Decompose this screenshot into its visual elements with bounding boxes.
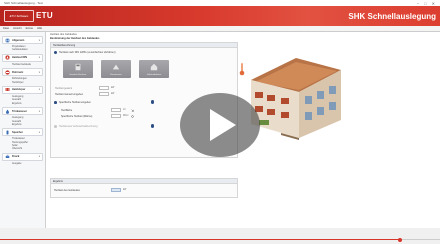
option-spezifisch-label: Spezifische Heizlast eingeben — [59, 101, 91, 104]
field-manuell-label: Heizlast manuell eingeben — [55, 93, 84, 96]
pipe-icon — [4, 70, 11, 75]
sidebar-section-druck[interactable]: Druck ▾ — [2, 152, 43, 161]
chevron-down-icon: ▾ — [38, 130, 40, 134]
house-icon — [150, 63, 158, 71]
tile-gebaeudedaten[interactable]: Gebäudedaten — [139, 60, 169, 78]
print-icon — [4, 154, 11, 159]
sidebar-section-label: Trinkwasser — [12, 109, 27, 113]
unit-kw: kW — [123, 189, 127, 191]
menu-item-hilfe[interactable]: Hilfe — [37, 27, 42, 30]
chevron-down-icon: ▾ — [38, 109, 40, 113]
sidebar-section-label: Speicher — [12, 130, 23, 134]
tile-label: Gebäudedaten — [146, 74, 162, 76]
sidebar-item-ergebnis[interactable]: Ergebnis — [12, 123, 45, 126]
sidebar-item-ergebnis[interactable]: Ergebnis — [12, 102, 45, 105]
sidebar-section-allgemein[interactable]: Allgemein ▾ — [2, 36, 43, 44]
option-verbrauch-label: Heizlast aus Verbrauchsabrechnung — [59, 125, 98, 128]
video-play-button[interactable] — [180, 93, 260, 157]
sidebar-section-heizkoerper[interactable]: Heizkörper ▾ — [2, 85, 43, 94]
sidebar-section-rohrnetz[interactable]: Rohrnetz ▾ — [2, 68, 43, 77]
tile-label: Heizlast-Rechner — [69, 74, 87, 76]
breadcrumb: Heizlast des Gebäudes Bestimmung der Hei… — [50, 33, 99, 40]
chevron-down-icon: ▾ — [38, 38, 40, 42]
close-button[interactable]: ✕ — [432, 1, 435, 6]
spez-heizlast-input[interactable] — [111, 114, 121, 118]
radio-option-verbrauch[interactable] — [54, 125, 57, 128]
etu-logo: ETU Software — [4, 10, 34, 22]
ergebnis-header: Ergebnis — [51, 179, 237, 184]
sidebar-item-heizlast-gebaeude[interactable]: Heizlast Gebäude — [12, 63, 45, 66]
chevron-down-icon: ▾ — [38, 88, 40, 92]
sidebar-item-heizkoerper[interactable]: Heizkörper — [12, 81, 45, 84]
field-heizlast-gesamt-label: Heizlast gesamt — [55, 87, 73, 90]
tile-heizlast-rechner[interactable]: Heizlast-Rechner — [63, 60, 93, 78]
sidebar-section-trinkwasser[interactable]: Trinkwasser ▾ — [2, 107, 43, 116]
unit-kw: kW — [111, 93, 115, 95]
arrow-icon[interactable] — [131, 108, 134, 112]
radio-option-din[interactable] — [54, 51, 58, 55]
globe-icon — [4, 37, 11, 43]
menu-item-ansicht[interactable]: Ansicht — [13, 27, 22, 30]
sidebar-section-label: Rohrnetz — [12, 70, 24, 74]
heat-icon — [4, 55, 11, 60]
window-controls: − □ ✕ — [417, 1, 435, 6]
field-heizflaeche-label: Heizfläche — [61, 109, 73, 112]
form-header: Heizlastberechnung — [51, 43, 237, 48]
tile-raumweise[interactable]: Raumweise — [101, 60, 131, 78]
settings-icon[interactable] — [131, 114, 134, 118]
ergebnis-label: Heizlast des Gebäudes — [54, 189, 80, 192]
menu-item-extras[interactable]: Extras — [26, 27, 33, 30]
rooms-icon — [112, 64, 120, 70]
water-icon — [4, 109, 11, 114]
sidebar-section-speicher[interactable]: Speicher ▾ — [2, 128, 43, 137]
sidebar-item-gebaeudedaten[interactable]: Gebäudedaten — [12, 48, 45, 51]
breadcrumb-subtitle: Bestimmung der Heizlast des Gebäudes — [50, 36, 100, 40]
app-banner: ETU Software ETU SHK Schnellauslegung — [0, 6, 440, 26]
sidebar-section-label: Druck — [12, 155, 20, 159]
window-title: SHK Schnellauslegung - Test — [4, 1, 43, 5]
sidebar-section-heizlast[interactable]: Heizlast DIN ▾ — [2, 53, 43, 62]
sidebar-section-label: Allgemein — [12, 38, 25, 42]
heizlast-gesamt-input[interactable] — [99, 86, 109, 90]
sidebar-item-ausgabe[interactable]: Ausgabe — [12, 162, 45, 165]
maximize-button[interactable]: □ — [424, 1, 426, 6]
sidebar-item-uebersicht[interactable]: Übersicht — [12, 147, 45, 150]
unit-m2: m² — [123, 109, 126, 111]
menu-item-datei[interactable]: Datei — [3, 27, 9, 30]
info-icon[interactable] — [151, 124, 155, 128]
unit-kw: kW — [111, 87, 115, 89]
progress-played — [0, 239, 400, 241]
chevron-down-icon: ▾ — [38, 155, 40, 159]
info-icon[interactable] — [151, 100, 155, 104]
navigation-sidebar: Allgemein ▾ Projektdaten Gebäudedaten He… — [0, 32, 46, 228]
tile-label: Raumweise — [110, 74, 122, 76]
minimize-button[interactable]: − — [417, 1, 419, 6]
radiator-icon — [4, 87, 11, 92]
heizflaeche-input[interactable] — [111, 108, 121, 112]
radio-option-spezifisch[interactable] — [54, 101, 57, 104]
sidebar-section-label: Heizlast DIN — [12, 56, 27, 60]
video-controls — [0, 228, 440, 244]
heizlast-manuell-input[interactable] — [99, 92, 109, 96]
company-name: ETU — [36, 11, 53, 20]
option-din-label: Heizlast nach DIN 12831 (vereinfachtes V… — [59, 51, 116, 55]
unit-wm2: W/m² — [123, 115, 129, 117]
product-name: SHK Schnellauslegung — [348, 12, 436, 21]
field-spez-heizlast-label: Spezifische Heizlast (Wärme) — [61, 115, 93, 118]
play-icon — [210, 109, 236, 141]
chevron-down-icon: ▾ — [38, 70, 40, 74]
progress-handle[interactable] — [398, 237, 402, 242]
ergebnis-input[interactable] — [111, 188, 121, 192]
calculator-icon — [75, 63, 81, 71]
chevron-down-icon: ▾ — [38, 56, 40, 60]
sidebar-section-label: Heizkörper — [12, 88, 26, 92]
tank-icon — [4, 130, 11, 135]
ergebnis-group: Ergebnis Heizlast des Gebäudes kW — [50, 178, 238, 198]
